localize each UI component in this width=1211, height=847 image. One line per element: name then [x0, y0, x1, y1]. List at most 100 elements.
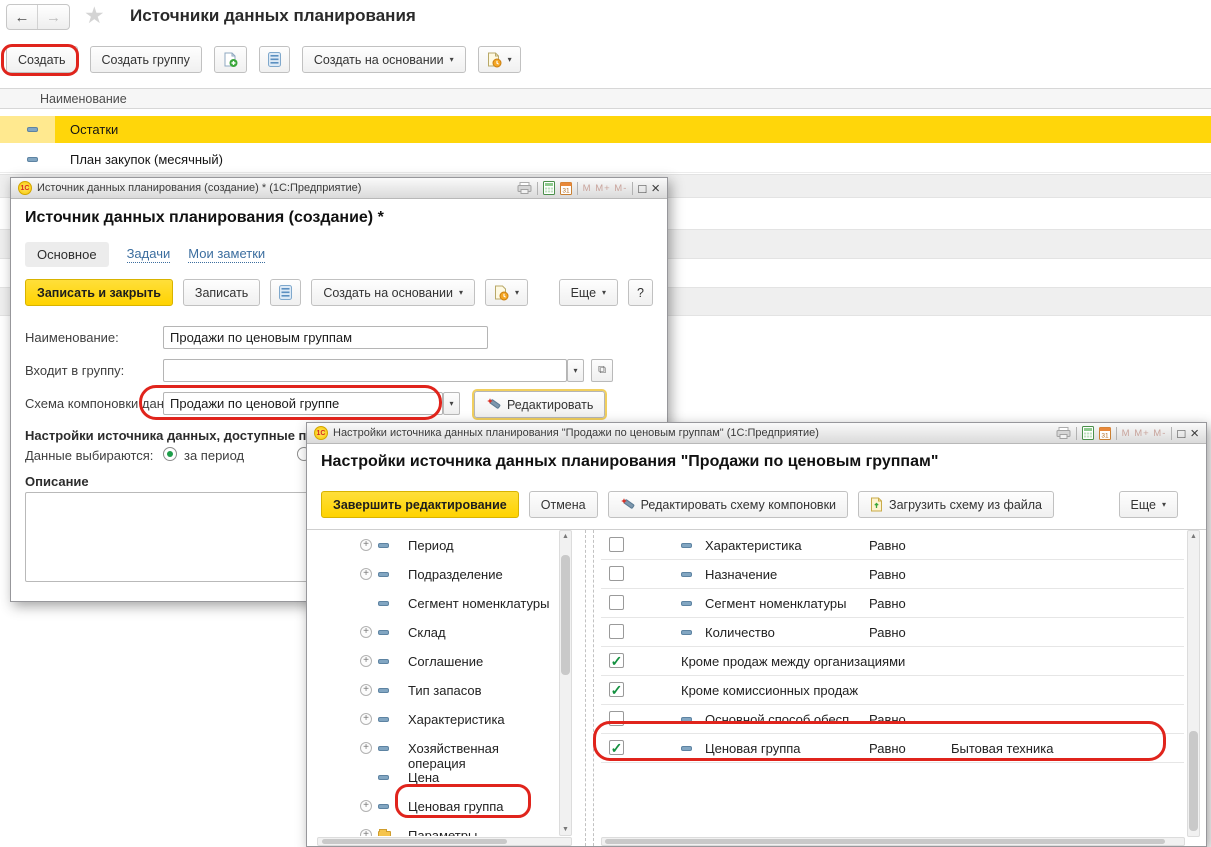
group-dropdown-button[interactable]: ▾ [567, 359, 584, 382]
history-button[interactable]: ▾ [485, 279, 528, 306]
filter-row[interactable]: КоличествоРавно [601, 618, 1184, 647]
expand-icon[interactable]: + [360, 655, 372, 667]
tree-item[interactable]: +Соглашение [317, 647, 559, 676]
print-icon[interactable] [1056, 427, 1071, 439]
tree-item[interactable]: +Хозяйственная операция [317, 734, 559, 763]
create-group-button[interactable]: Создать группу [90, 46, 202, 73]
maximize-icon[interactable]: □ [638, 182, 646, 195]
favorite-star-icon[interactable]: ★ [84, 2, 105, 29]
dialog1-titlebar[interactable]: 1С Источник данных планирования (создани… [11, 178, 667, 199]
close-icon[interactable]: × [651, 181, 660, 196]
nav-history-group[interactable]: ← → [6, 4, 70, 30]
tree-item[interactable]: +Период [317, 531, 559, 560]
more-button[interactable]: Еще▾ [559, 279, 618, 306]
expand-icon[interactable]: + [360, 539, 372, 551]
expand-icon[interactable]: + [360, 742, 372, 754]
scrollbar-thumb[interactable] [561, 555, 570, 675]
maximize-icon[interactable]: □ [1177, 427, 1185, 440]
dash-icon [378, 775, 389, 780]
tab-notes[interactable]: Мои заметки [188, 246, 265, 263]
tree-horizontal-scrollbar[interactable] [317, 837, 572, 846]
panel-splitter[interactable] [585, 530, 586, 846]
tree-item[interactable]: +Сегмент номенклатуры [317, 589, 559, 618]
calendar-icon[interactable]: 31 [560, 181, 572, 195]
panel-splitter[interactable] [593, 530, 594, 846]
edit-schema-button[interactable]: Редактировать [474, 391, 605, 418]
expand-icon[interactable]: + [360, 568, 372, 580]
tree-item[interactable]: +Характеристика [317, 705, 559, 734]
tab-tasks[interactable]: Задачи [127, 246, 171, 263]
expand-icon[interactable]: + [360, 829, 372, 836]
calendar-icon[interactable]: 31 [1099, 426, 1111, 440]
list-row[interactable]: План закупок (месячный) [0, 146, 1211, 173]
chevron-down-icon: ▾ [573, 367, 577, 375]
save-button[interactable]: Записать [183, 279, 260, 306]
checkbox[interactable]: ✓ [609, 653, 624, 668]
filter-condition: Равно [869, 567, 906, 582]
tab-main[interactable]: Основное [25, 242, 109, 267]
scrollbar-thumb[interactable] [1189, 731, 1198, 831]
expand-icon[interactable]: + [360, 684, 372, 696]
filters-vertical-scrollbar[interactable]: ▲ [1187, 530, 1200, 837]
tree-item[interactable]: +Цена [317, 763, 559, 792]
checkbox[interactable] [609, 624, 624, 639]
edit-composition-schema-button[interactable]: Редактировать схему компоновки [608, 491, 848, 518]
checkbox[interactable] [609, 711, 624, 726]
create-based-on-button[interactable]: Создать на основании▾ [302, 46, 466, 73]
cancel-button[interactable]: Отмена [529, 491, 598, 518]
tree-vertical-scrollbar[interactable]: ▲ ▼ [559, 530, 572, 836]
create-button[interactable]: Создать [6, 46, 78, 73]
history-button[interactable]: ▾ [478, 46, 521, 73]
calculator-icon[interactable] [543, 181, 555, 195]
filter-row[interactable]: ХарактеристикаРавно [601, 531, 1184, 560]
save-and-close-button[interactable]: Записать и закрыть [25, 279, 173, 306]
checkbox[interactable]: ✓ [609, 740, 624, 755]
checkbox[interactable] [609, 566, 624, 581]
copy-item-button[interactable] [214, 46, 247, 73]
checkbox[interactable]: ✓ [609, 682, 624, 697]
list-view-button[interactable] [259, 46, 290, 73]
list-header[interactable]: Наименование [0, 88, 1211, 109]
name-field[interactable]: Продажи по ценовым группам [163, 326, 488, 349]
scroll-up-icon[interactable]: ▲ [560, 533, 571, 540]
list-row-selected[interactable]: Остатки [0, 116, 1211, 143]
back-button[interactable]: ← [7, 5, 38, 29]
print-icon[interactable] [517, 182, 532, 194]
load-schema-button[interactable]: Загрузить схему из файла [858, 491, 1054, 518]
more-button[interactable]: Еще▾ [1119, 491, 1178, 518]
filter-row[interactable]: НазначениеРавно [601, 560, 1184, 589]
scrollbar-thumb[interactable] [322, 839, 507, 844]
dialog2-titlebar[interactable]: 1С Настройки источника данных планирован… [307, 423, 1206, 444]
filter-row[interactable]: ✓Кроме комиссионных продаж [601, 676, 1184, 705]
filter-row[interactable]: Основной способ обесп...Равно [601, 705, 1184, 734]
tree-item[interactable]: +Ценовая группа [317, 792, 559, 821]
parent-group-field[interactable] [163, 359, 567, 382]
filters-horizontal-scrollbar[interactable] [601, 837, 1185, 846]
calculator-icon[interactable] [1082, 426, 1094, 440]
expand-icon[interactable]: + [360, 626, 372, 638]
expand-icon[interactable]: + [360, 800, 372, 812]
tree-item[interactable]: +Склад [317, 618, 559, 647]
expand-icon[interactable]: + [360, 713, 372, 725]
radio-period[interactable] [163, 447, 177, 461]
open-reference-button[interactable]: ⧉ [591, 359, 613, 382]
help-button[interactable]: ? [628, 279, 653, 306]
forward-button[interactable]: → [38, 5, 69, 29]
list-view-button[interactable] [270, 279, 301, 306]
close-icon[interactable]: × [1190, 426, 1199, 441]
checkbox[interactable] [609, 537, 624, 552]
tree-item[interactable]: +Параметры [317, 821, 559, 836]
scroll-down-icon[interactable]: ▼ [560, 826, 571, 833]
filter-row[interactable]: Сегмент номенклатурыРавно [601, 589, 1184, 618]
scrollbar-thumb[interactable] [605, 839, 1165, 844]
tree-item[interactable]: +Тип запасов [317, 676, 559, 705]
schema-dropdown-button[interactable]: ▾ [443, 392, 460, 415]
checkbox[interactable] [609, 595, 624, 610]
scroll-up-icon[interactable]: ▲ [1188, 533, 1199, 540]
tree-item[interactable]: +Подразделение [317, 560, 559, 589]
filter-row[interactable]: ✓Кроме продаж между организациями [601, 647, 1184, 676]
filter-row[interactable]: ✓Ценовая группаРавноБытовая техника [601, 734, 1184, 763]
schema-field[interactable]: Продажи по ценовой группе [163, 392, 443, 415]
create-based-on-button[interactable]: Создать на основании▾ [311, 279, 475, 306]
finish-editing-button[interactable]: Завершить редактирование [321, 491, 519, 518]
